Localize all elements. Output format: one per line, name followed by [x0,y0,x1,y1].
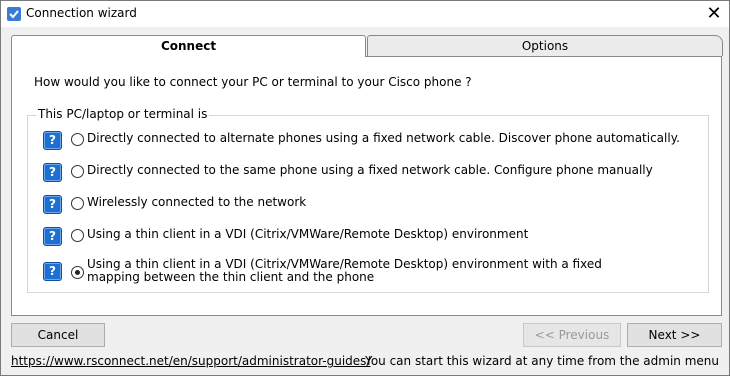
connection-type-group: This PC/laptop or terminal is ? Directly… [27,107,709,293]
previous-button[interactable]: << Previous [523,323,621,347]
help-icon[interactable]: ? [43,195,62,214]
tab-connect[interactable]: Connect [11,35,366,57]
radio-button[interactable] [71,165,84,178]
radio-button[interactable] [71,133,84,146]
next-button[interactable]: Next >> [627,323,722,347]
close-icon[interactable]: ✕ [699,1,729,27]
option-label[interactable]: Directly connected to the same phone usi… [87,164,653,177]
radio-button[interactable] [71,197,84,210]
window-title: Connection wizard [26,6,137,20]
option-label[interactable]: Using a thin client in a VDI (Citrix/VMW… [87,228,528,241]
option-label-line2[interactable]: mapping between the thin client and the … [87,271,374,284]
connect-panel: How would you like to connect your PC or… [11,56,722,316]
option-label[interactable]: Directly connected to alternate phones u… [87,132,680,145]
help-icon[interactable]: ? [43,163,62,182]
wizard-window: Connection wizard ✕ Connect Options How … [0,0,730,376]
help-icon[interactable]: ? [43,131,62,150]
tab-options[interactable]: Options [367,35,723,56]
help-icon[interactable]: ? [43,262,62,281]
group-label: This PC/laptop or terminal is [36,107,210,121]
app-icon [7,7,21,21]
admin-guides-link[interactable]: https://www.rsconnect.net/en/support/adm… [11,354,370,368]
question-text: How would you like to connect your PC or… [34,75,472,89]
option-label[interactable]: Wirelessly connected to the network [87,196,306,209]
title-bar: Connection wizard ✕ [1,1,729,27]
cancel-button[interactable]: Cancel [11,323,105,347]
footer-hint: You can start this wizard at any time fr… [365,354,719,368]
help-icon[interactable]: ? [43,227,62,246]
radio-button[interactable] [71,229,84,242]
radio-button-selected[interactable] [71,266,84,279]
